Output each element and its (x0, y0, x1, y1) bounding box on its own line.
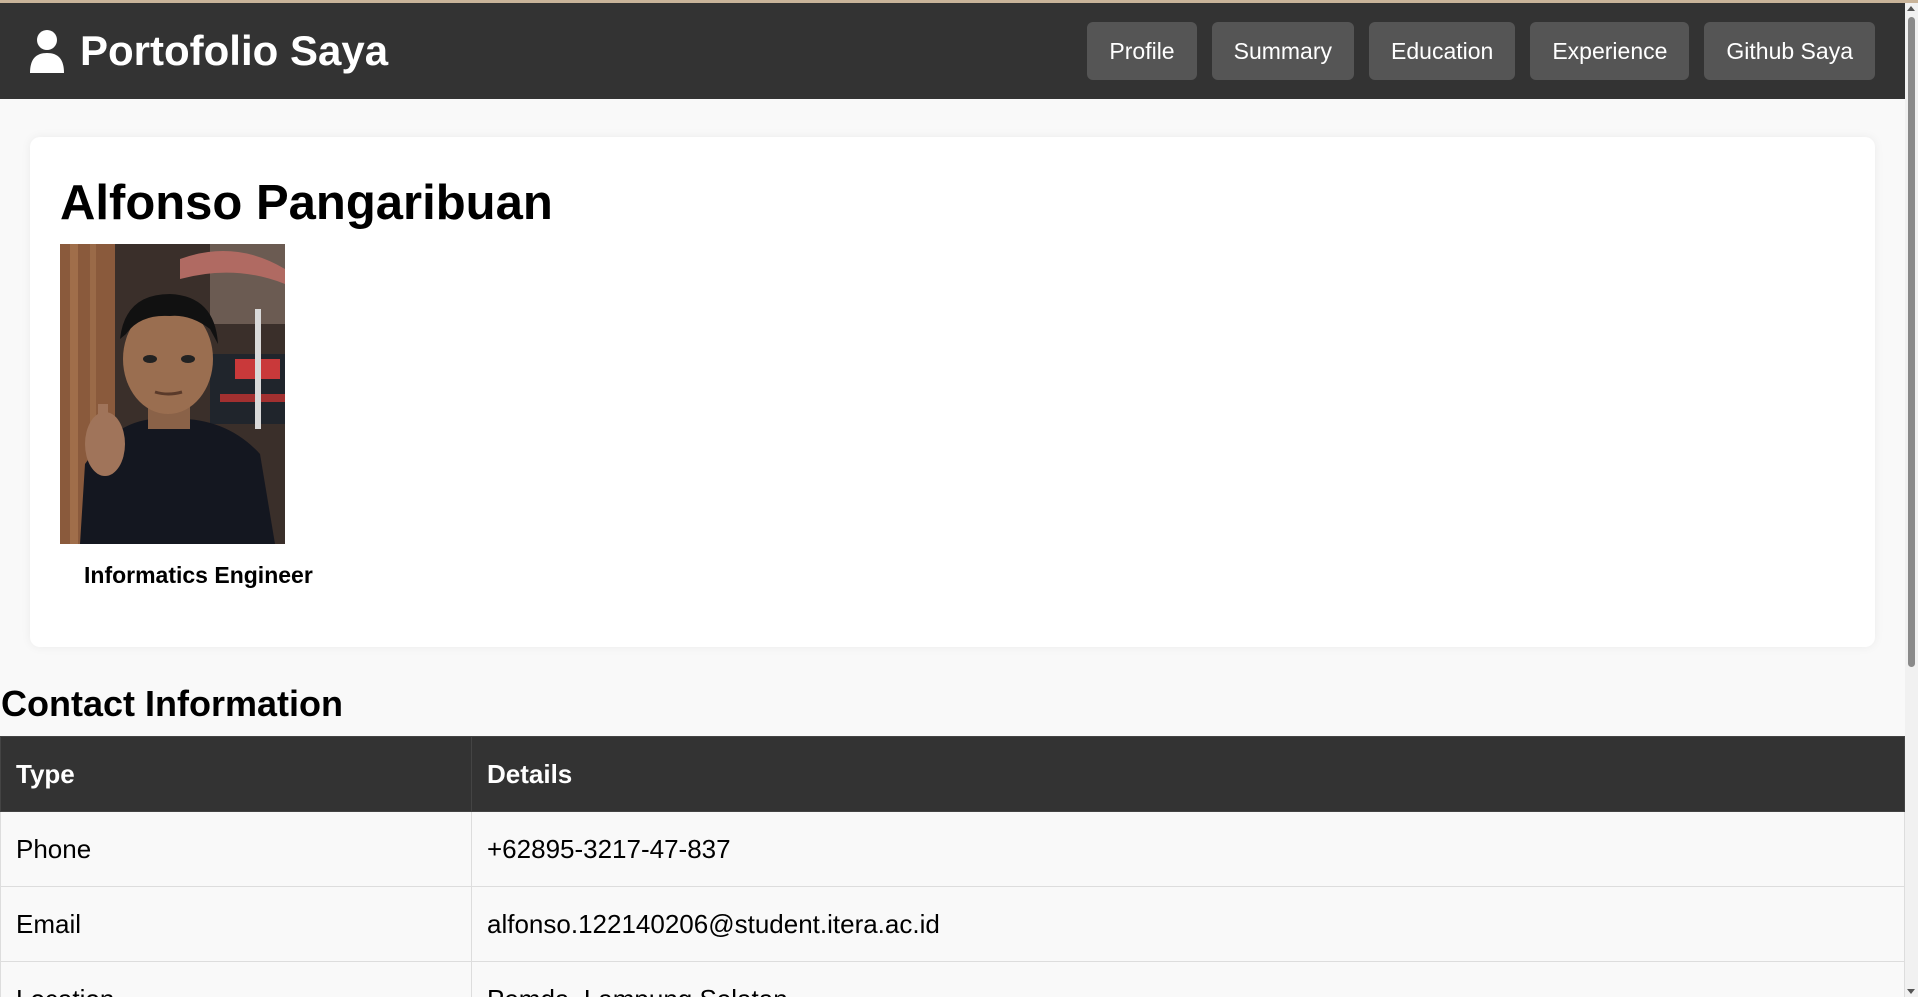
page: Portofolio Saya Profile Summary Educatio… (0, 0, 1918, 997)
navbar: Portofolio Saya Profile Summary Educatio… (0, 3, 1905, 99)
profile-photo (60, 244, 285, 544)
brand[interactable]: Portofolio Saya (28, 27, 388, 75)
nav-summary-button[interactable]: Summary (1211, 22, 1355, 80)
contact-location-cell: Pemda, Lampung Selatan (471, 961, 1905, 997)
column-header-type: Type (0, 736, 472, 812)
contact-type-cell: Phone (0, 811, 472, 887)
table-header-row: Type Details (0, 736, 1905, 812)
nav-buttons: Profile Summary Education Experience Git… (1087, 22, 1875, 80)
nav-profile-button[interactable]: Profile (1087, 22, 1197, 80)
column-header-details: Details (471, 736, 1905, 812)
contact-type-cell: Email (0, 886, 472, 962)
profile-name: Alfonso Pangaribuan (60, 176, 553, 230)
contact-email-cell: alfonso.122140206@student.itera.ac.id (471, 886, 1905, 962)
table-row: Email alfonso.122140206@student.itera.ac… (0, 886, 1905, 962)
vertical-scrollbar[interactable] (1905, 3, 1918, 997)
nav-education-button[interactable]: Education (1369, 22, 1516, 80)
nav-github-button[interactable]: Github Saya (1704, 22, 1875, 80)
scroll-down-arrow-icon[interactable] (1907, 989, 1915, 994)
table-row: Phone +62895-3217-47-837 (0, 811, 1905, 887)
profile-card: Alfonso Pangaribuan Informatics Engineer (30, 137, 1875, 647)
nav-experience-button[interactable]: Experience (1530, 22, 1690, 80)
scrollbar-thumb[interactable] (1908, 17, 1915, 667)
user-icon (28, 29, 66, 73)
contact-section-title: Contact Information (1, 683, 343, 724)
scroll-up-arrow-icon[interactable] (1907, 6, 1915, 11)
brand-title: Portofolio Saya (80, 27, 389, 74)
contact-table: Type Details Phone +62895-3217-47-837 Em… (0, 736, 1905, 997)
contact-type-cell: Location (0, 961, 472, 997)
profile-role: Informatics Engineer (84, 562, 313, 588)
contact-phone-cell: +62895-3217-47-837 (471, 811, 1905, 887)
table-row: Location Pemda, Lampung Selatan (0, 961, 1905, 997)
